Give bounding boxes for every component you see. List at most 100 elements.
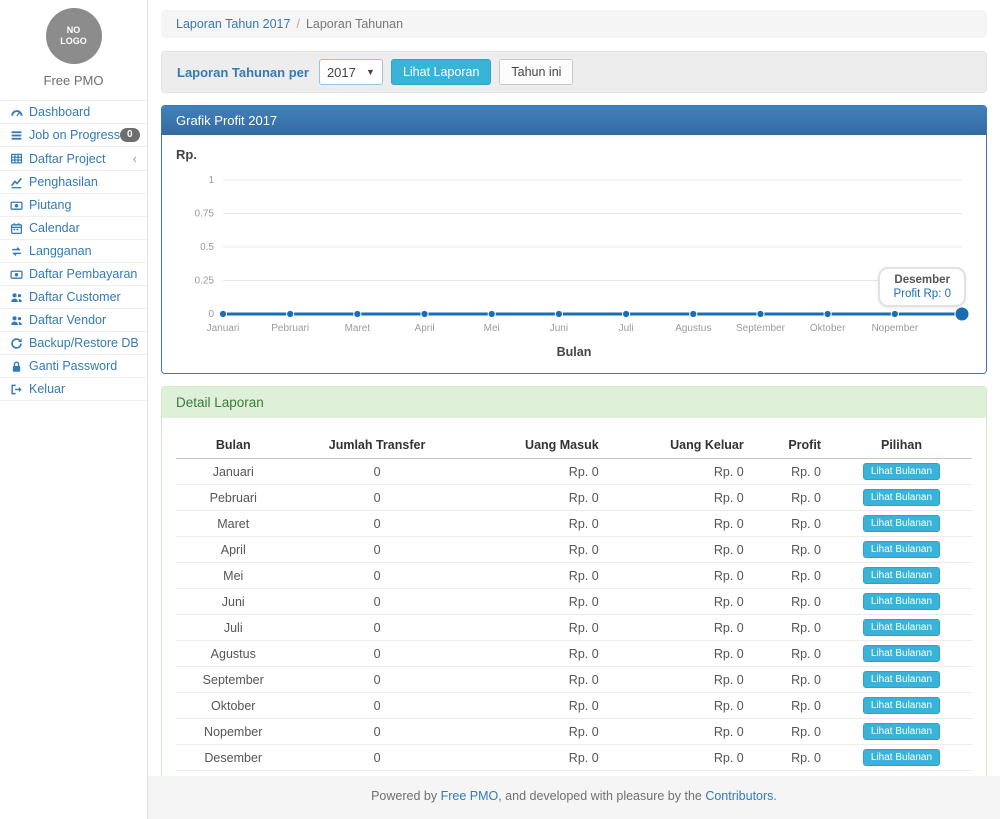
cell: Mei bbox=[176, 563, 290, 589]
table-row: September0Rp. 0Rp. 0Rp. 0Lihat Bulanan bbox=[176, 667, 972, 693]
chart-line-icon bbox=[10, 176, 23, 189]
users-icon bbox=[10, 314, 23, 327]
year-select[interactable]: 2017 ▼ bbox=[319, 59, 383, 85]
sidebar-item-daftar-customer[interactable]: Daftar Customer bbox=[0, 286, 147, 309]
cell: Rp. 0 bbox=[609, 537, 754, 563]
contributors-link[interactable]: Contributors. bbox=[705, 789, 777, 803]
svg-text:Januari: Januari bbox=[207, 323, 240, 334]
view-monthly-button[interactable]: Lihat Bulanan bbox=[863, 671, 940, 688]
cell: Rp. 0 bbox=[609, 667, 754, 693]
sidebar-item-daftar-pembayaran[interactable]: Daftar Pembayaran bbox=[0, 263, 147, 286]
cell-action: Lihat Bulanan bbox=[831, 459, 972, 485]
view-report-button[interactable]: Lihat Laporan bbox=[391, 59, 491, 85]
sidebar-item-label: Job on Progress bbox=[29, 128, 120, 142]
view-monthly-button[interactable]: Lihat Bulanan bbox=[863, 619, 940, 636]
cell: Rp. 0 bbox=[609, 563, 754, 589]
breadcrumb: Laporan Tahun 2017/Laporan Tahunan bbox=[161, 10, 987, 38]
cell: Rp. 0 bbox=[464, 589, 609, 615]
column-header-uang-keluar: Uang Keluar bbox=[609, 432, 754, 459]
cell-action: Lihat Bulanan bbox=[831, 563, 972, 589]
this-year-button[interactable]: Tahun ini bbox=[499, 59, 573, 85]
cell: Rp. 0 bbox=[609, 615, 754, 641]
view-monthly-button[interactable]: Lihat Bulanan bbox=[863, 723, 940, 740]
column-header-pilihan: Pilihan bbox=[831, 432, 972, 459]
table-row: Pebruari0Rp. 0Rp. 0Rp. 0Lihat Bulanan bbox=[176, 485, 972, 511]
cell: Rp. 0 bbox=[464, 693, 609, 719]
breadcrumb-link-laporan-tahun[interactable]: Laporan Tahun 2017 bbox=[176, 17, 290, 31]
view-monthly-button[interactable]: Lihat Bulanan bbox=[863, 541, 940, 558]
table-row: Juli0Rp. 0Rp. 0Rp. 0Lihat Bulanan bbox=[176, 615, 972, 641]
sidebar-item-label: Daftar Project bbox=[29, 152, 133, 166]
sidebar-item-piutang[interactable]: Piutang bbox=[0, 194, 147, 217]
signout-icon bbox=[10, 383, 23, 396]
table-row: Agustus0Rp. 0Rp. 0Rp. 0Lihat Bulanan bbox=[176, 641, 972, 667]
cell: 0 bbox=[290, 563, 463, 589]
chart-tooltip: Desember Profit Rp: 0 bbox=[878, 267, 966, 307]
sidebar-item-daftar-project[interactable]: Daftar Project‹ bbox=[0, 147, 147, 171]
cell: April bbox=[176, 537, 290, 563]
sidebar-item-dashboard[interactable]: Dashboard bbox=[0, 101, 147, 124]
cell: 0 bbox=[290, 511, 463, 537]
sidebar-item-keluar[interactable]: Keluar bbox=[0, 378, 147, 401]
table-row: Maret0Rp. 0Rp. 0Rp. 0Lihat Bulanan bbox=[176, 511, 972, 537]
chevron-down-icon: ▼ bbox=[366, 67, 375, 77]
breadcrumb-separator: / bbox=[296, 17, 299, 31]
column-header-profit: Profit bbox=[754, 432, 831, 459]
sidebar-item-langganan[interactable]: Langganan bbox=[0, 240, 147, 263]
cell: Juli bbox=[176, 615, 290, 641]
sidebar-item-calendar[interactable]: Calendar bbox=[0, 217, 147, 240]
svg-text:April: April bbox=[415, 323, 435, 334]
sidebar-item-job-on-progress[interactable]: Job on Progress0 bbox=[0, 124, 147, 147]
cell: Pebruari bbox=[176, 485, 290, 511]
list-icon bbox=[10, 129, 23, 142]
sidebar-item-backup-restore-db[interactable]: Backup/Restore DB bbox=[0, 332, 147, 355]
cell: Rp. 0 bbox=[754, 641, 831, 667]
column-header-uang-masuk: Uang Masuk bbox=[464, 432, 609, 459]
cell: Rp. 0 bbox=[464, 641, 609, 667]
cell: 0 bbox=[290, 589, 463, 615]
cell: 0 bbox=[290, 459, 463, 485]
view-monthly-button[interactable]: Lihat Bulanan bbox=[863, 749, 940, 766]
sidebar-menu: DashboardJob on Progress0Daftar Project‹… bbox=[0, 100, 147, 401]
free-pmo-link[interactable]: Free PMO bbox=[441, 789, 499, 803]
cell-action: Lihat Bulanan bbox=[831, 485, 972, 511]
cell: Rp. 0 bbox=[609, 719, 754, 745]
view-monthly-button[interactable]: Lihat Bulanan bbox=[863, 489, 940, 506]
detail-panel-title: Detail Laporan bbox=[162, 387, 986, 418]
year-select-value: 2017 bbox=[327, 65, 356, 80]
cell: Rp. 0 bbox=[754, 745, 831, 771]
monthly-report-table: BulanJumlah TransferUang MasukUang Kelua… bbox=[176, 432, 972, 793]
view-monthly-button[interactable]: Lihat Bulanan bbox=[863, 697, 940, 714]
sidebar-item-ganti-password[interactable]: Ganti Password bbox=[0, 355, 147, 378]
cell-action: Lihat Bulanan bbox=[831, 511, 972, 537]
cell: Rp. 0 bbox=[609, 589, 754, 615]
app-logo: NO LOGO bbox=[0, 0, 147, 64]
lock-icon bbox=[10, 360, 23, 373]
sidebar-item-label: Daftar Pembayaran bbox=[29, 267, 139, 281]
tooltip-value: Profit Rp: 0 bbox=[893, 288, 951, 300]
cell: Rp. 0 bbox=[754, 537, 831, 563]
chart-x-axis-label: Bulan bbox=[176, 345, 972, 359]
table-row: Mei0Rp. 0Rp. 0Rp. 0Lihat Bulanan bbox=[176, 563, 972, 589]
users-icon bbox=[10, 291, 23, 304]
view-monthly-button[interactable]: Lihat Bulanan bbox=[863, 645, 940, 662]
sidebar-item-penghasilan[interactable]: Penghasilan bbox=[0, 171, 147, 194]
logo-text: NO LOGO bbox=[60, 25, 87, 47]
chart-y-axis-label: Rp. bbox=[176, 147, 972, 162]
cell: Rp. 0 bbox=[754, 511, 831, 537]
sidebar-item-label: Calendar bbox=[29, 221, 139, 235]
view-monthly-button[interactable]: Lihat Bulanan bbox=[863, 567, 940, 584]
cell: Rp. 0 bbox=[464, 511, 609, 537]
brand-name: Free PMO bbox=[0, 73, 147, 88]
view-monthly-button[interactable]: Lihat Bulanan bbox=[863, 515, 940, 532]
cell: Rp. 0 bbox=[754, 719, 831, 745]
chart-panel-title: Grafik Profit 2017 bbox=[162, 106, 986, 135]
column-header-bulan: Bulan bbox=[176, 432, 290, 459]
cell: 0 bbox=[290, 641, 463, 667]
svg-text:Maret: Maret bbox=[345, 323, 371, 334]
view-monthly-button[interactable]: Lihat Bulanan bbox=[863, 463, 940, 480]
cell: Desember bbox=[176, 745, 290, 771]
sidebar-item-daftar-vendor[interactable]: Daftar Vendor bbox=[0, 309, 147, 332]
profit-line-chart[interactable]: 10.750.50.250JanuariPebruariMaretAprilMe… bbox=[176, 166, 972, 338]
view-monthly-button[interactable]: Lihat Bulanan bbox=[863, 593, 940, 610]
